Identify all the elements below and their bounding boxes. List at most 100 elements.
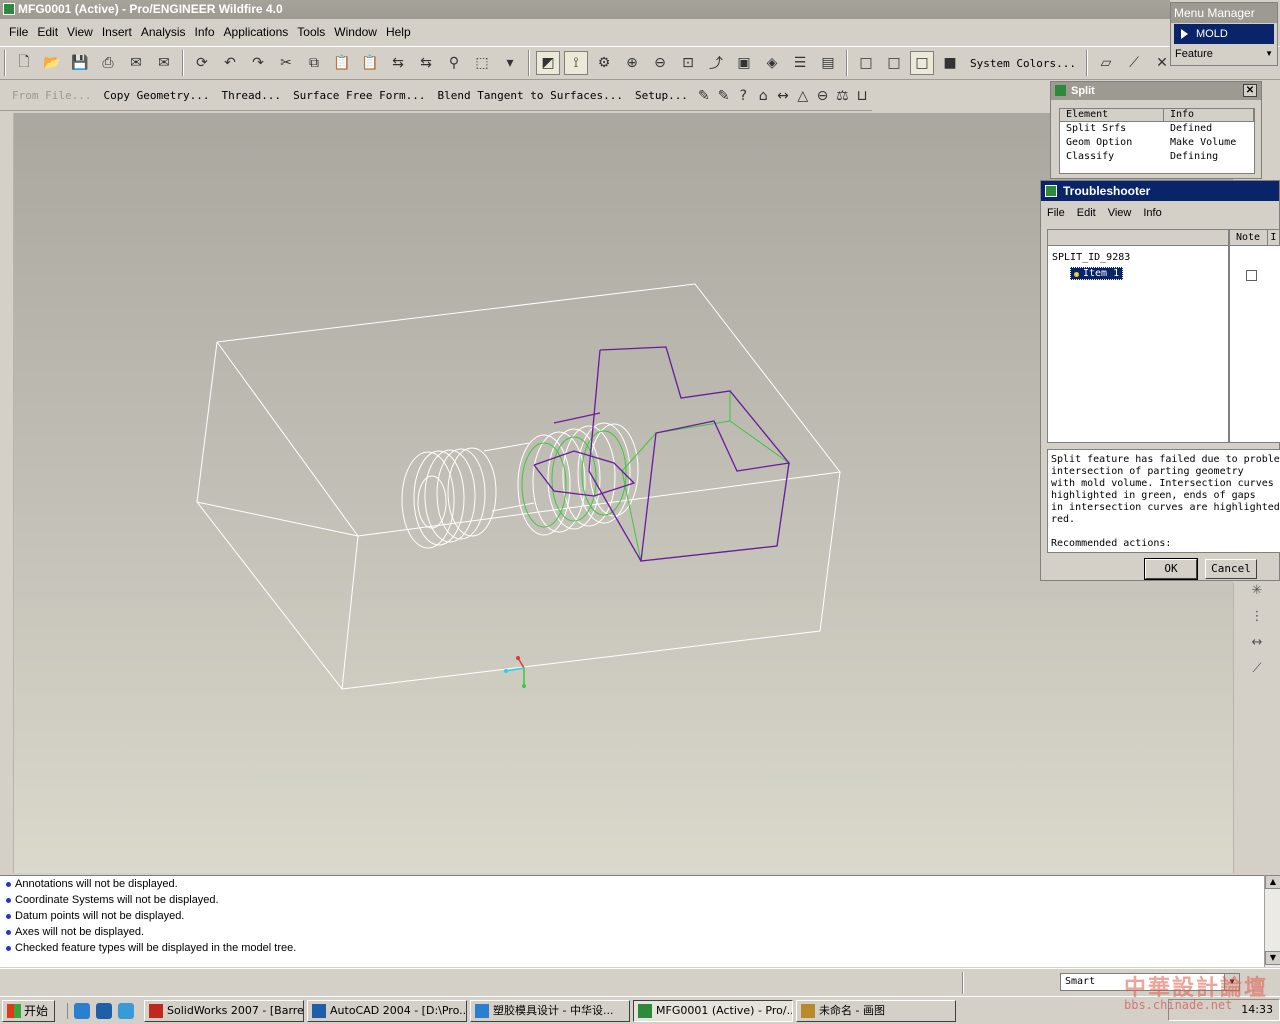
scroll-down-arrow-icon[interactable]: ▼: [1265, 951, 1280, 965]
no-hidden-icon[interactable]: □: [910, 51, 934, 75]
window-title-bar[interactable]: MFG0001 (Active) - Pro/ENGINEER Wildfire…: [0, 0, 1170, 19]
menu-info[interactable]: Info: [190, 25, 219, 39]
note-header-label-2[interactable]: I: [1268, 230, 1280, 245]
selection-filter-dropdown[interactable]: Smart ▼: [1060, 973, 1240, 991]
thread-button[interactable]: Thread...: [215, 89, 287, 102]
blend-tangent-button[interactable]: Blend Tangent to Surfaces...: [432, 89, 629, 102]
tree-root[interactable]: SPLIT_ID_9283: [1048, 246, 1228, 263]
datum-display-icon[interactable]: ⌂: [755, 84, 771, 108]
ts-menu-view[interactable]: View: [1108, 207, 1132, 219]
setup-button[interactable]: Setup...: [629, 89, 694, 102]
column-header-info[interactable]: Info: [1164, 109, 1254, 121]
table-row[interactable]: Geom Option Make Volume: [1060, 136, 1254, 150]
hidden-line-icon[interactable]: □: [882, 51, 906, 75]
menu-applications[interactable]: Applications: [219, 25, 293, 39]
axis-display-icon[interactable]: ✳: [1234, 583, 1280, 609]
select-box-icon[interactable]: ⬚: [470, 51, 494, 75]
scroll-track[interactable]: [1265, 889, 1280, 951]
dimension-display-icon[interactable]: ↔: [1234, 635, 1280, 661]
mass-properties-icon[interactable]: ⚖: [834, 84, 850, 108]
regenerate-icon[interactable]: ⟳: [190, 51, 214, 75]
saved-views-icon[interactable]: ▣: [732, 51, 756, 75]
start-button[interactable]: 开始: [2, 999, 56, 1022]
zoom-out-icon[interactable]: ⊖: [648, 51, 672, 75]
new-file-icon[interactable]: 🗋: [12, 51, 36, 75]
cut-icon[interactable]: ✂: [274, 51, 298, 75]
sketch-line-icon[interactable]: ⟋: [1234, 661, 1280, 687]
spin-center-icon[interactable]: ⟟: [564, 51, 588, 75]
ts-menu-file[interactable]: File: [1047, 207, 1065, 219]
table-row[interactable]: Split Srfs Defined: [1060, 122, 1254, 136]
paste-special-icon[interactable]: 📋: [358, 51, 382, 75]
layers-icon[interactable]: ☰: [788, 51, 812, 75]
orient-icon[interactable]: ⚙: [592, 51, 616, 75]
clock[interactable]: 14:33: [1241, 1003, 1273, 1016]
pattern-icon[interactable]: ⇆: [414, 51, 438, 75]
cancel-button[interactable]: Cancel: [1205, 559, 1257, 579]
redo-icon[interactable]: ↷: [246, 51, 270, 75]
table-row[interactable]: Classify Defining: [1060, 150, 1254, 164]
surface-free-form-button[interactable]: Surface Free Form...: [287, 89, 431, 102]
scroll-up-arrow-icon[interactable]: ▲: [1265, 875, 1280, 889]
zoom-in-icon[interactable]: ⊕: [620, 51, 644, 75]
refit-icon[interactable]: ⊡: [676, 51, 700, 75]
model-display-icon[interactable]: ▤: [816, 51, 840, 75]
menu-file[interactable]: File: [4, 25, 32, 39]
split-dialog-title-bar[interactable]: Split ✕: [1051, 82, 1261, 100]
chevron-down-icon[interactable]: ▼: [1224, 974, 1239, 990]
point-display-icon[interactable]: ⋮: [1234, 609, 1280, 635]
measure-icon[interactable]: ↔: [775, 84, 791, 108]
undo-icon[interactable]: ↶: [218, 51, 242, 75]
menu-view[interactable]: View: [62, 25, 97, 39]
close-icon[interactable]: ✕: [1243, 84, 1257, 97]
open-folder-icon[interactable]: 📂: [40, 51, 64, 75]
copy-geometry-button[interactable]: Copy Geometry...: [97, 89, 215, 102]
paste-icon[interactable]: 📋: [330, 51, 354, 75]
ts-menu-info[interactable]: Info: [1143, 207, 1161, 219]
copy-icon[interactable]: ⧉: [302, 51, 326, 75]
tree-item-selected[interactable]: Item 1: [1070, 267, 1124, 280]
sketch-icon[interactable]: ◩: [536, 51, 560, 75]
taskbar-item-solidworks[interactable]: SolidWorks 2007 - [Barrel]: [144, 999, 305, 1022]
taskbar-item-paint[interactable]: 未命名 - 画图: [796, 999, 957, 1022]
taskbar-item-browser[interactable]: 塑胶模具设计 - 中华设...: [470, 999, 631, 1022]
datum-axis-icon[interactable]: ⟋: [1122, 51, 1146, 75]
geometry-check-icon[interactable]: ✎: [696, 84, 712, 108]
ie-alt-icon[interactable]: [96, 1002, 113, 1019]
troubleshooter-title-bar[interactable]: Troubleshooter: [1041, 181, 1279, 201]
taskbar-item-proe[interactable]: MFG0001 (Active) - Pro/...: [633, 999, 794, 1022]
note-checkbox[interactable]: [1246, 270, 1257, 281]
menu-analysis[interactable]: Analysis: [136, 25, 190, 39]
system-colors-button[interactable]: System Colors...: [970, 57, 1076, 70]
print-icon[interactable]: ⎙: [96, 51, 120, 75]
menu-tools[interactable]: Tools: [292, 25, 329, 39]
email-link-icon[interactable]: ✉: [152, 51, 176, 75]
menu-window[interactable]: Window: [329, 25, 381, 39]
email-icon[interactable]: ✉: [124, 51, 148, 75]
section-icon[interactable]: ⊖: [815, 84, 831, 108]
geometry-error-icon[interactable]: ✎: [716, 84, 732, 108]
select-dropdown-icon[interactable]: ▾: [498, 51, 522, 75]
from-file-button[interactable]: From File...: [6, 89, 97, 102]
draft-check-icon[interactable]: △: [795, 84, 811, 108]
navigator-collapse-strip[interactable]: [0, 113, 14, 873]
datum-plane-icon[interactable]: ▱: [1094, 51, 1118, 75]
message-scrollbar[interactable]: ▲ ▼: [1264, 875, 1280, 967]
find-icon[interactable]: ⚲: [442, 51, 466, 75]
mirror-icon[interactable]: ⇆: [386, 51, 410, 75]
column-header-element[interactable]: Element: [1060, 109, 1164, 121]
note-header-label[interactable]: Note: [1230, 230, 1269, 245]
mold-layout-icon[interactable]: ⊔: [854, 84, 870, 108]
menu-manager-title[interactable]: Menu Manager: [1171, 3, 1277, 23]
reorient-icon[interactable]: ⤴: [704, 51, 728, 75]
ie-icon[interactable]: [74, 1002, 91, 1019]
ok-button[interactable]: OK: [1144, 558, 1198, 580]
whats-this-icon[interactable]: ?: [736, 84, 752, 108]
save-icon[interactable]: 💾: [68, 51, 92, 75]
ts-menu-edit[interactable]: Edit: [1077, 207, 1096, 219]
menu-item-mold[interactable]: MOLD: [1174, 24, 1274, 44]
taskbar-item-autocad[interactable]: AutoCAD 2004 - [D:\Pro...: [307, 999, 468, 1022]
menu-help[interactable]: Help: [381, 25, 415, 39]
menu-item-feature[interactable]: Feature: [1171, 45, 1277, 63]
wireframe-icon[interactable]: □: [854, 51, 878, 75]
